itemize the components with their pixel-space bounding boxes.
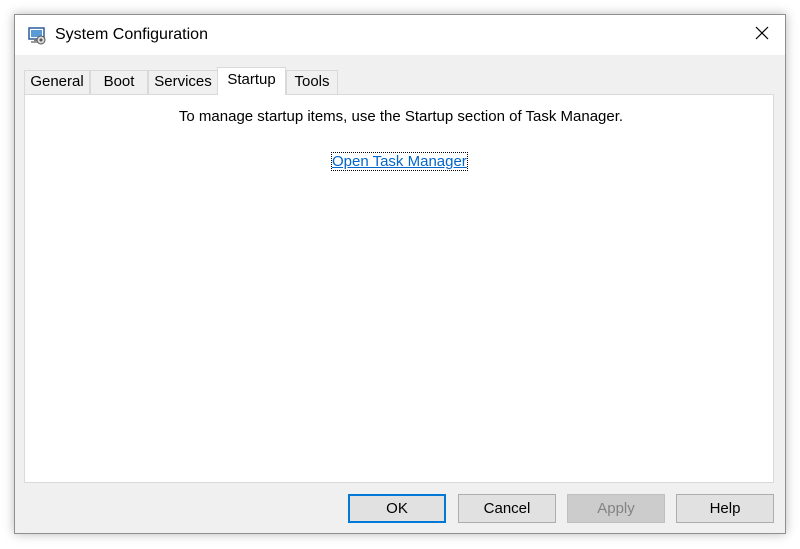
help-button[interactable]: Help xyxy=(676,494,774,523)
tab-startup[interactable]: Startup xyxy=(217,67,286,95)
system-configuration-window: System Configuration General Boot Servic… xyxy=(14,14,786,534)
title-bar[interactable]: System Configuration xyxy=(15,15,785,55)
ok-button[interactable]: OK xyxy=(348,494,446,523)
startup-message: To manage startup items, use the Startup… xyxy=(25,108,775,125)
msconfig-icon xyxy=(27,26,47,46)
tab-services[interactable]: Services xyxy=(148,70,218,94)
close-button[interactable] xyxy=(739,15,785,55)
tab-tools[interactable]: Tools xyxy=(286,70,338,94)
open-task-manager-link[interactable]: Open Task Manager xyxy=(331,152,468,171)
tab-general[interactable]: General xyxy=(24,70,90,94)
startup-tab-panel: To manage startup items, use the Startup… xyxy=(24,94,774,483)
startup-message-text: To manage startup items, use the Startup… xyxy=(178,108,624,125)
window-title: System Configuration xyxy=(55,26,208,43)
cancel-button[interactable]: Cancel xyxy=(458,494,556,523)
apply-button[interactable]: Apply xyxy=(567,494,665,523)
tab-boot[interactable]: Boot xyxy=(90,70,148,94)
close-icon xyxy=(755,26,769,45)
